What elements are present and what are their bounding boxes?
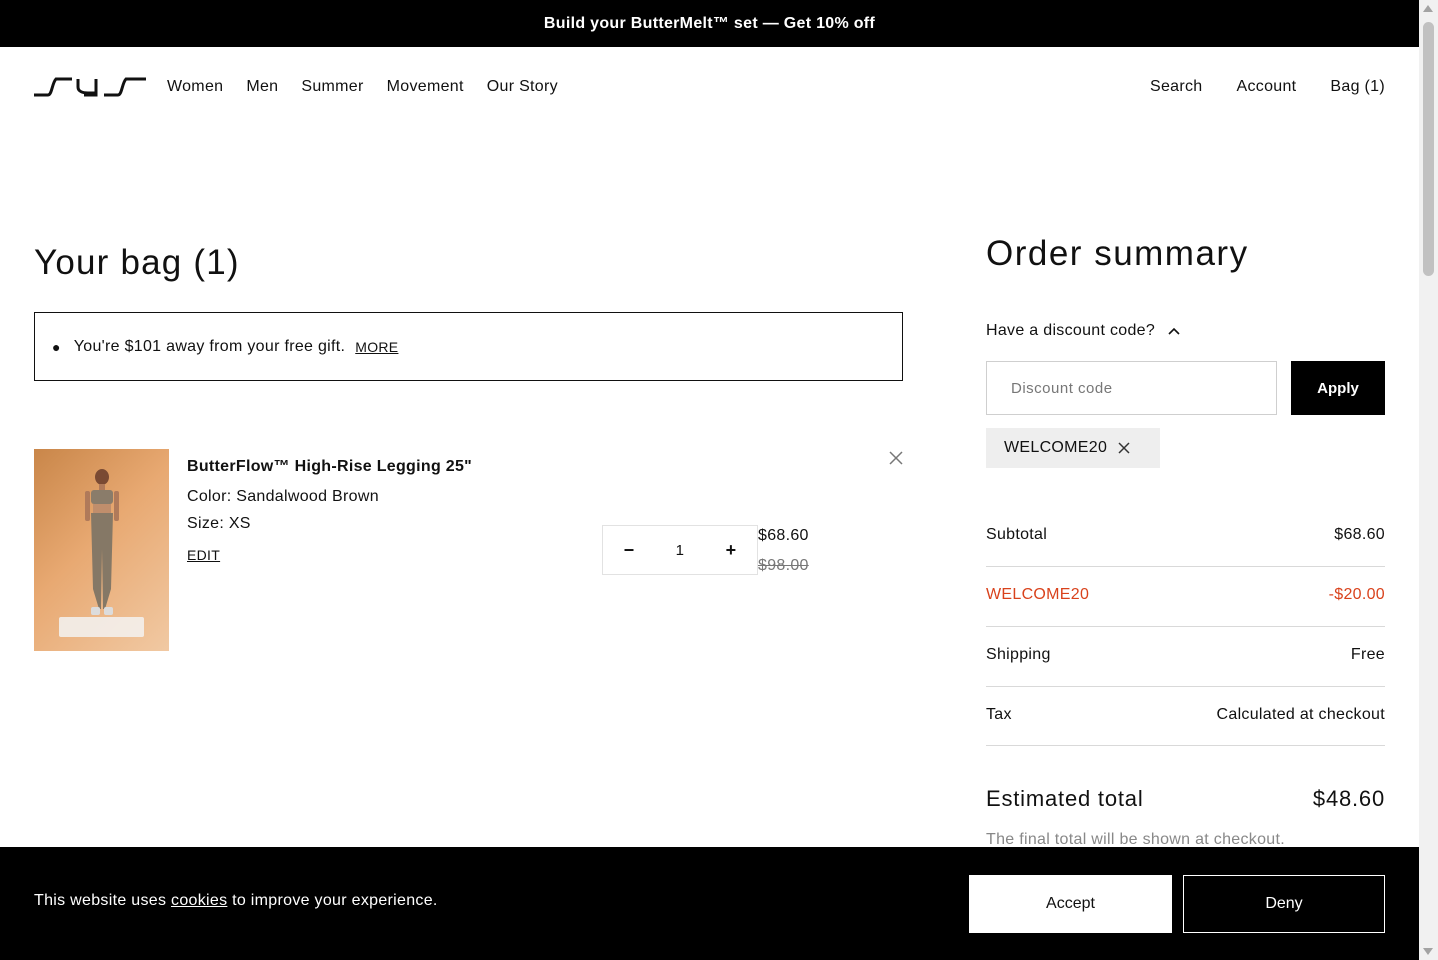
subtotal-row: Subtotal $68.60 (986, 526, 1385, 544)
divider (986, 626, 1385, 627)
site-header: Women Men Summer Movement Our Story Sear… (0, 47, 1419, 127)
tax-row: Tax Calculated at checkout (986, 706, 1385, 724)
subtotal-value: $68.60 (1334, 526, 1385, 543)
divider (986, 745, 1385, 746)
nav-item-our-story[interactable]: Our Story (487, 78, 558, 96)
discount-code-toggle[interactable]: Have a discount code? (986, 322, 1181, 340)
tax-value: Calculated at checkout (1216, 706, 1385, 723)
product-name[interactable]: ButterFlow™ High-Rise Legging 25" (187, 458, 472, 476)
divider (986, 566, 1385, 567)
plus-icon[interactable]: + (705, 526, 757, 574)
discount-code-input[interactable] (986, 361, 1277, 415)
quantity-stepper: − 1 + (602, 525, 758, 575)
product-model-illustration (59, 469, 144, 637)
remove-code-icon[interactable] (1117, 441, 1131, 455)
scroll-up-icon[interactable] (1423, 5, 1433, 12)
search-link[interactable]: Search (1150, 78, 1203, 96)
order-summary-title: Order summary (986, 234, 1249, 273)
cookie-message: This website uses cookies to improve you… (34, 892, 438, 910)
cookies-link[interactable]: cookies (171, 892, 227, 909)
product-color: Color: Sandalwood Brown (187, 488, 379, 505)
estimated-total-value: $48.60 (1312, 786, 1385, 811)
promo-banner[interactable]: Build your ButterMelt™ set — Get 10% off (0, 0, 1419, 47)
shipping-value: Free (1350, 646, 1385, 663)
promo-text: Build your ButterMelt™ set — Get 10% off (543, 14, 876, 32)
gift-message: You're $101 away from your free gift. (73, 337, 346, 355)
chevron-up-icon (1168, 327, 1180, 335)
edit-item-link[interactable]: EDIT (187, 547, 220, 563)
tax-label: Tax (986, 706, 1012, 723)
subtotal-label: Subtotal (986, 526, 1048, 543)
shipping-row: Shipping Free (986, 646, 1385, 664)
discount-value: -$20.00 (1328, 586, 1385, 603)
bullet-icon: ● (52, 338, 61, 355)
estimated-total-row: Estimated total $48.60 (986, 786, 1385, 812)
cookie-banner: This website uses cookies to improve you… (0, 847, 1419, 960)
scroll-down-icon[interactable] (1423, 948, 1433, 955)
cookie-text-after: to improve your experience. (227, 892, 438, 909)
close-icon[interactable] (886, 448, 906, 468)
gift-more-link[interactable]: MORE (355, 339, 398, 355)
discount-label: WELCOME20 (986, 586, 1090, 603)
brand-logo-icon[interactable] (34, 75, 146, 99)
scroll-thumb[interactable] (1423, 22, 1434, 276)
nav-item-men[interactable]: Men (246, 78, 278, 96)
cookie-text-before: This website uses (34, 892, 172, 909)
applied-code-label: WELCOME20 (1004, 439, 1108, 456)
nav-item-summer[interactable]: Summer (301, 78, 363, 96)
item-price: $68.60 (758, 527, 809, 544)
estimated-total-label: Estimated total (986, 786, 1144, 811)
account-link[interactable]: Account (1237, 78, 1297, 96)
product-size: Size: XS (187, 515, 251, 532)
bag-link[interactable]: Bag (1) (1330, 78, 1385, 96)
divider (986, 686, 1385, 687)
discount-toggle-label: Have a discount code? (986, 322, 1156, 339)
shipping-label: Shipping (986, 646, 1051, 663)
accept-cookies-button[interactable]: Accept (969, 875, 1172, 933)
deny-cookies-button[interactable]: Deny (1183, 875, 1385, 933)
item-original-price: $98.00 (758, 557, 809, 574)
nav-item-women[interactable]: Women (167, 78, 223, 96)
apply-button[interactable]: Apply (1291, 361, 1385, 415)
main-nav: Women Men Summer Movement Our Story (167, 78, 558, 96)
utility-nav: Search Account Bag (1) (1150, 78, 1385, 96)
bag-title: Your bag (1) (34, 243, 240, 282)
product-image[interactable] (34, 449, 169, 651)
discount-row: WELCOME20 -$20.00 (986, 586, 1385, 604)
quantity-value: 1 (675, 541, 685, 559)
page-scrollbar[interactable] (1419, 0, 1438, 960)
free-gift-notice: ● You're $101 away from your free gift. … (34, 312, 903, 381)
applied-discount-chip: WELCOME20 (986, 428, 1160, 468)
minus-icon[interactable]: − (603, 526, 655, 574)
nav-item-movement[interactable]: Movement (387, 78, 464, 96)
